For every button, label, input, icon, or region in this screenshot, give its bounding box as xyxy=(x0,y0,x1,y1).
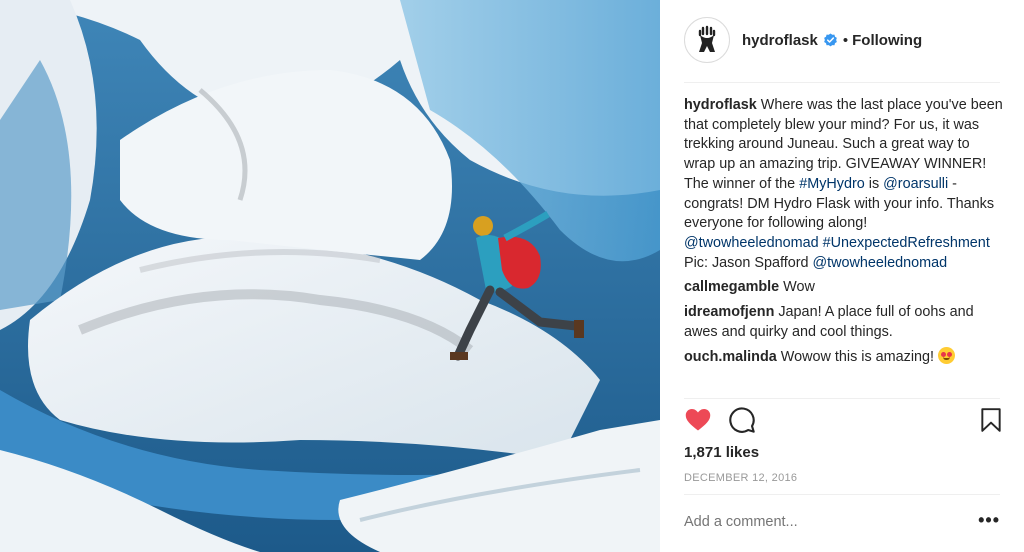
glacier-scene xyxy=(0,0,660,552)
hydroflask-logo-icon xyxy=(698,25,716,52)
comment-link[interactable]: @twowheelednomad xyxy=(684,235,819,251)
verified-badge-icon xyxy=(823,32,837,46)
header-separator: • xyxy=(842,31,849,49)
header-username[interactable]: hydroflask xyxy=(742,32,818,49)
comment-link[interactable]: #UnexpectedRefreshment xyxy=(823,235,990,251)
comment-divider xyxy=(684,494,1000,495)
comment-text: Wowow this is amazing! xyxy=(776,349,939,366)
heart-eyes-emoji-icon xyxy=(938,347,956,365)
comment: callmegamble Wow xyxy=(684,278,1004,298)
comments-list: hydroflask Where was the last place you'… xyxy=(684,96,1004,373)
add-comment-input[interactable] xyxy=(684,514,954,530)
comment-link[interactable]: #MyHydro xyxy=(799,176,865,192)
more-options-button[interactable]: ••• xyxy=(978,510,1000,531)
comment-icon[interactable] xyxy=(728,406,756,434)
comment-username[interactable]: idreamofjenn xyxy=(684,304,774,320)
post-header: hydroflask • Following xyxy=(684,14,1000,66)
comment-username[interactable]: callmegamble xyxy=(684,279,779,295)
bookmark-icon[interactable] xyxy=(978,406,1004,434)
action-bar xyxy=(684,406,1004,438)
header-divider xyxy=(684,82,1000,83)
post-date[interactable]: DECEMBER 12, 2016 xyxy=(684,472,797,484)
comment: idreamofjenn Japan! A place full of oohs… xyxy=(684,303,1004,342)
comment-text: is xyxy=(864,175,884,192)
actions-divider xyxy=(684,398,1000,399)
heart-icon[interactable] xyxy=(684,406,712,434)
following-button[interactable]: Following xyxy=(852,32,922,49)
comment-link[interactable]: @twowheelednomad xyxy=(813,255,948,271)
post-photo[interactable] xyxy=(0,0,660,552)
comment-text: Wow xyxy=(779,279,815,296)
comment: ouch.malinda Wowow this is amazing! xyxy=(684,347,1004,368)
post-sidebar: hydroflask • Following hydroflask Where … xyxy=(660,0,1024,552)
comment: hydroflask Where was the last place you'… xyxy=(684,96,1004,273)
comment-username[interactable]: hydroflask xyxy=(684,97,757,113)
comment-text: Pic: Jason Spafford xyxy=(684,254,813,271)
likes-count[interactable]: 1,871 likes xyxy=(684,444,759,461)
avatar[interactable] xyxy=(684,17,730,63)
comment-link[interactable]: @roarsulli xyxy=(883,176,948,192)
comment-username[interactable]: ouch.malinda xyxy=(684,349,777,365)
